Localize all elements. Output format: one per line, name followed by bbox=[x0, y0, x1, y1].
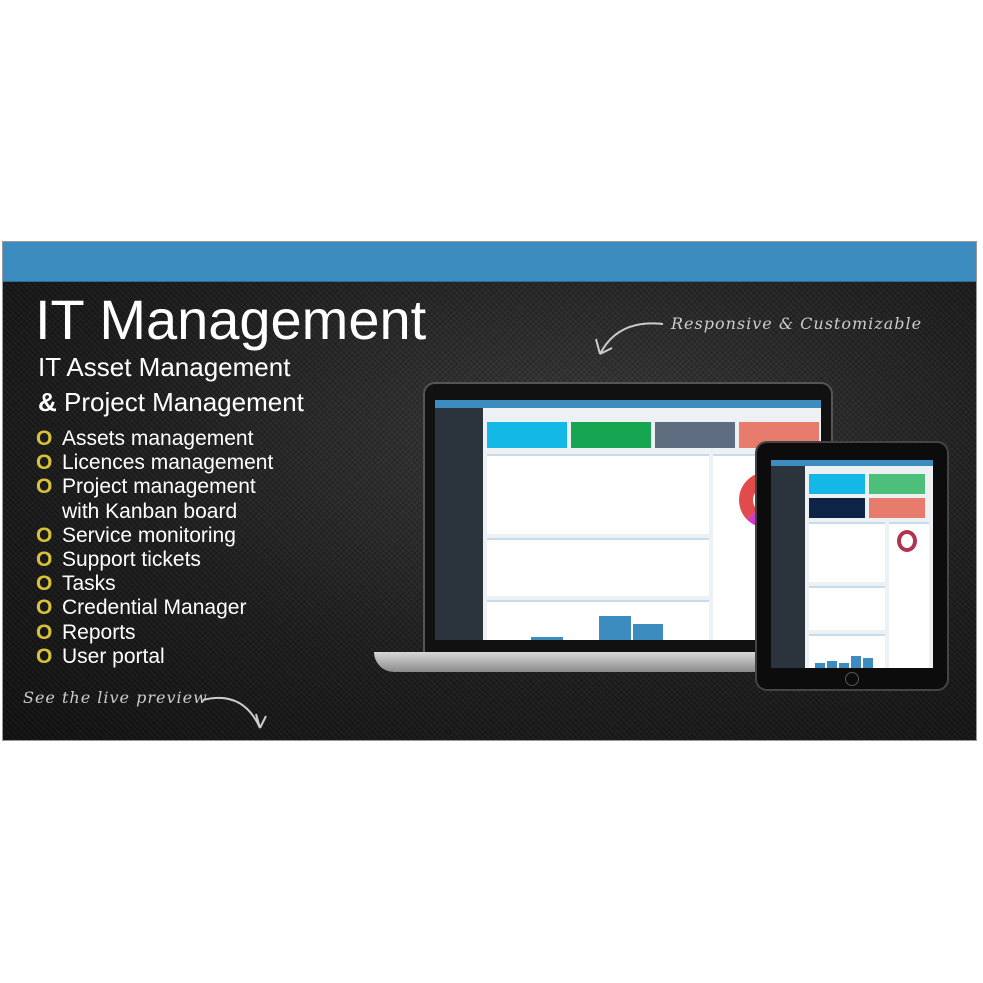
feature-label: Credential Manager bbox=[62, 596, 247, 620]
live-preview-link[interactable]: See the live preview bbox=[23, 688, 208, 707]
promo-banner: IT Management IT Asset Management & Proj… bbox=[2, 241, 977, 741]
feature-label: Tasks bbox=[62, 572, 116, 596]
feature-item-continued: with Kanban board bbox=[36, 500, 273, 524]
tagline: Responsive & Customizable bbox=[671, 314, 923, 333]
feature-label: Assets management bbox=[62, 427, 254, 450]
feature-label: User portal bbox=[62, 644, 165, 668]
bullet-icon: O bbox=[36, 548, 53, 572]
feature-item: O Service monitoring bbox=[36, 524, 273, 548]
feature-item: O Support tickets bbox=[36, 548, 273, 572]
feature-item: O Licences management bbox=[36, 451, 273, 475]
arrow-icon bbox=[202, 696, 267, 729]
feature-item: O Reports bbox=[36, 621, 273, 645]
bullet-icon: O bbox=[36, 572, 53, 596]
home-button bbox=[845, 672, 859, 686]
arrow-icon bbox=[595, 322, 664, 355]
bullet-icon: O bbox=[36, 644, 53, 668]
bullet-icon: O bbox=[36, 523, 53, 547]
feature-label: Reports bbox=[62, 620, 136, 644]
feature-item: O Assets management bbox=[36, 427, 273, 451]
bullet-icon: O bbox=[36, 620, 53, 644]
bullet-icon: O bbox=[36, 596, 53, 620]
subtitle-asset: IT Asset Management bbox=[38, 352, 291, 382]
feature-item: O Tasks bbox=[36, 572, 273, 596]
top-bar bbox=[3, 242, 976, 282]
feature-label: Project management bbox=[62, 475, 256, 499]
feature-label: Licences management bbox=[62, 451, 274, 475]
ampersand: & bbox=[38, 387, 57, 417]
subtitle-project: & Project Management bbox=[38, 387, 304, 417]
feature-list: O Assets management O Licences management … bbox=[36, 427, 273, 669]
feature-item: O Credential Manager bbox=[36, 596, 273, 620]
bullet-icon: O bbox=[36, 475, 53, 499]
title: IT Management bbox=[35, 288, 427, 351]
tablet-mockup bbox=[755, 441, 949, 691]
bullet-icon: O bbox=[36, 427, 53, 450]
feature-item: O Project management bbox=[36, 475, 273, 499]
feature-label: with Kanban board bbox=[62, 499, 238, 523]
feature-label: Support tickets bbox=[62, 548, 201, 572]
bullet-icon: O bbox=[36, 451, 53, 475]
feature-label: Service monitoring bbox=[62, 523, 236, 547]
feature-item: O User portal bbox=[36, 645, 273, 669]
dashboard-screenshot-mobile bbox=[771, 460, 933, 668]
subtitle-text: Project Management bbox=[56, 387, 304, 417]
